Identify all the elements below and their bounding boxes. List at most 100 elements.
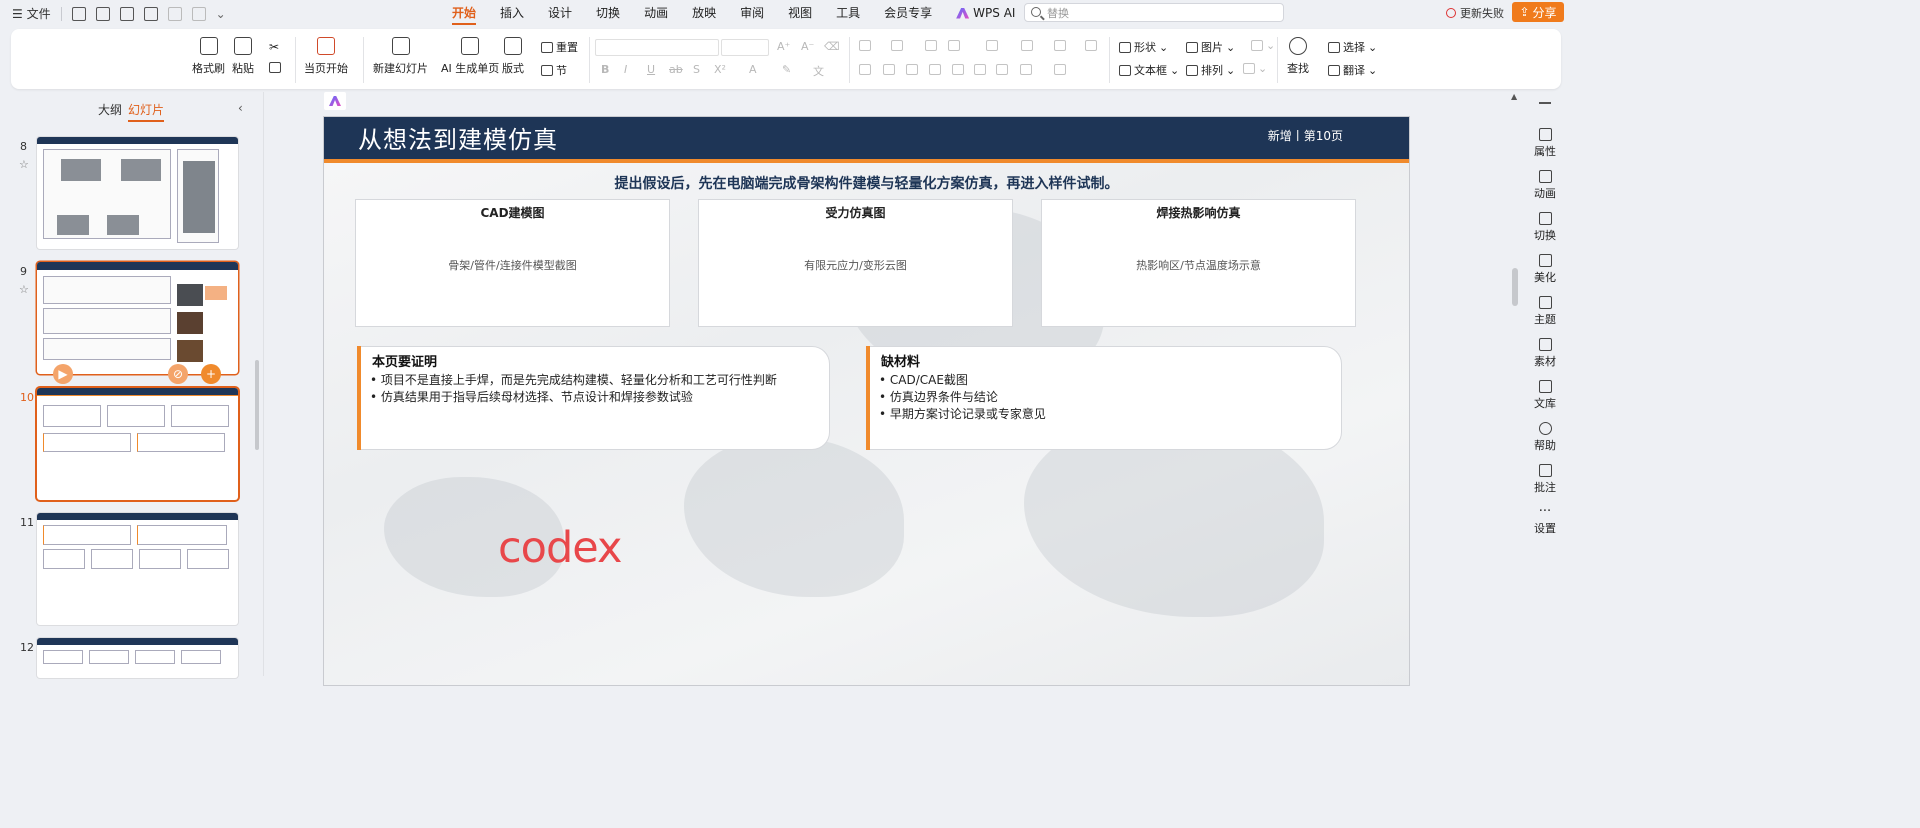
font-color-button[interactable]: A [749,63,757,76]
slide-subtitle[interactable]: 提出假设后，先在电脑端完成骨架构件建模与轻量化方案仿真，再进入样件试制。 [324,173,1409,193]
save-icon[interactable] [71,6,86,21]
placeholder-card-welding[interactable]: 焊接热影响仿真 热影响区/节点温度场示意 [1041,199,1356,327]
text-direction-button[interactable] [1021,40,1033,51]
text-box-fit-button[interactable] [1054,64,1066,75]
fill-button[interactable]: ⌄ [1251,39,1275,52]
italic-button[interactable]: I [624,63,627,76]
slide[interactable]: 从想法到建模仿真 新增丨第10页 提出假设后，先在电脑端完成骨架构件建模与轻量化… [323,116,1410,686]
scrollbar-thumb[interactable] [1512,268,1518,306]
export-pdf-icon[interactable] [95,6,110,21]
proof-note[interactable]: 本页要证明 • 项目不是直接上手焊，而是先完成结构建模、轻量化分析和工艺可行性判… [357,346,830,450]
sidebar-item-transition[interactable]: 切换 [1522,212,1568,243]
minimize-panel-icon[interactable] [1539,102,1551,104]
redo-icon[interactable] [191,6,206,21]
chinese-layout-button[interactable]: 文 [813,63,824,79]
translate-button[interactable]: 翻译 ⌄ [1328,62,1377,78]
tab-wps-ai[interactable]: WPS AI [944,5,1027,21]
slide-thumbnail[interactable] [37,137,238,249]
underline-button[interactable]: U [647,63,655,76]
share-button[interactable]: ⇪ 分享 [1512,2,1564,22]
bold-button[interactable]: B [601,63,609,76]
sidebar-item-animation[interactable]: 动画 [1522,170,1568,201]
format-painter-button[interactable]: 格式刷 [192,29,225,76]
new-slide-button[interactable]: 新建幻灯片 [373,29,428,76]
file-menu-button[interactable]: ☰ 文件 [12,5,51,22]
tab-tools[interactable]: 工具 [824,5,872,21]
wps-ai-slide-badge[interactable] [324,92,346,110]
scroll-up-icon[interactable]: ▲ [1511,92,1517,101]
align-center-button[interactable] [883,64,895,75]
shape-button[interactable]: 形状 ⌄ [1119,39,1168,55]
smartart-button[interactable] [1085,40,1097,51]
align-right-button[interactable] [906,64,918,75]
align-left-button[interactable] [859,64,871,75]
sidebar-item-library[interactable]: 文库 [1522,380,1568,411]
tab-home[interactable]: 开始 [440,5,488,25]
sidebar-item-theme[interactable]: 主题 [1522,296,1568,327]
bullet-list-button[interactable] [859,40,871,51]
add-slide-icon[interactable]: + [201,364,221,384]
slide-thumbnail-current[interactable] [37,388,238,500]
copy-button[interactable] [269,62,281,73]
tab-slideshow[interactable]: 放映 [680,5,728,21]
placeholder-card-stress[interactable]: 受力仿真图 有限元应力/变形云图 [698,199,1013,327]
tab-insert[interactable]: 插入 [488,5,536,21]
print-preview-icon[interactable] [143,6,158,21]
strikethrough-button[interactable]: ab [669,63,683,76]
star-icon[interactable]: ☆ [19,283,29,296]
font-size-select[interactable] [721,39,769,56]
textbox-button[interactable]: 文本框 ⌄ [1119,62,1179,78]
print-icon[interactable] [119,6,134,21]
align-text-button[interactable] [1054,40,1066,51]
highlight-button[interactable]: ✎ [782,63,791,76]
canvas-scrollbar[interactable]: ▲ [1510,92,1522,676]
sidebar-item-help[interactable]: 帮助 [1522,422,1568,453]
decrease-indent-button[interactable] [925,40,937,51]
vertical-align-button[interactable] [1020,64,1032,75]
font-family-select[interactable] [595,39,719,56]
slide-page-tag[interactable]: 新增丨第10页 [1268,127,1343,144]
collapse-panel-icon[interactable]: ‹ [238,101,243,115]
reset-button[interactable]: 重置 [541,39,578,55]
clear-format-button[interactable]: ⌫ [824,40,840,53]
tab-animations[interactable]: 动画 [632,5,680,21]
thumbnail-scrollbar[interactable] [255,360,259,450]
find-button[interactable]: 查找 [1287,29,1309,76]
sidebar-item-properties[interactable]: 属性 [1522,128,1568,159]
increase-indent-button[interactable] [948,40,960,51]
tab-view[interactable]: 视图 [776,5,824,21]
slide-thumbnail[interactable] [37,638,238,678]
numbered-list-button[interactable] [891,40,903,51]
picture-button[interactable]: 图片 ⌄ [1186,39,1235,55]
justify-button[interactable] [929,64,941,75]
quick-access-more-icon[interactable]: ⌄ [216,7,226,21]
slide-thumbnail[interactable] [37,262,238,374]
tab-outline[interactable]: 大纲 [98,101,122,118]
from-current-slide-button[interactable]: 当页开始 [304,29,348,76]
play-slide-icon[interactable]: ▶ [53,364,73,384]
ai-generate-slide-button[interactable]: AI 生成单页 [441,29,499,76]
tab-design[interactable]: 设计 [536,5,584,21]
line-spacing-button[interactable] [974,64,986,75]
arrange-button[interactable]: 排列 ⌄ [1186,62,1235,78]
missing-materials-note[interactable]: 缺材料 • CAD/CAE截图 • 仿真边界条件与结论 • 早期方案讨论记录或专… [866,346,1342,450]
grow-font-button[interactable]: A⁺ [777,40,790,53]
cut-button[interactable]: ✂ [269,40,279,54]
superscript-button[interactable]: X² [714,63,726,76]
star-icon[interactable]: ☆ [19,158,29,171]
tab-slides[interactable]: 幻灯片 [128,101,165,122]
sidebar-item-comments[interactable]: 批注 [1522,464,1568,495]
layout-button[interactable]: 版式 [502,29,524,76]
search-input[interactable]: 替换 [1024,3,1284,22]
shadow-button[interactable]: S [693,63,700,76]
columns-button[interactable] [986,40,998,51]
sidebar-item-beautify[interactable]: 美化 [1522,254,1568,285]
sync-status[interactable]: 更新失败 [1446,5,1504,21]
paragraph-spacing-button[interactable] [996,64,1008,75]
placeholder-card-cad[interactable]: CAD建模图 骨架/管件/连接件模型截图 [355,199,670,327]
slide-title[interactable]: 从想法到建模仿真 [358,120,558,155]
undo-icon[interactable] [167,6,182,21]
tab-transitions[interactable]: 切换 [584,5,632,21]
paste-button[interactable]: 粘贴 [232,29,254,76]
tab-review[interactable]: 审阅 [728,5,776,21]
